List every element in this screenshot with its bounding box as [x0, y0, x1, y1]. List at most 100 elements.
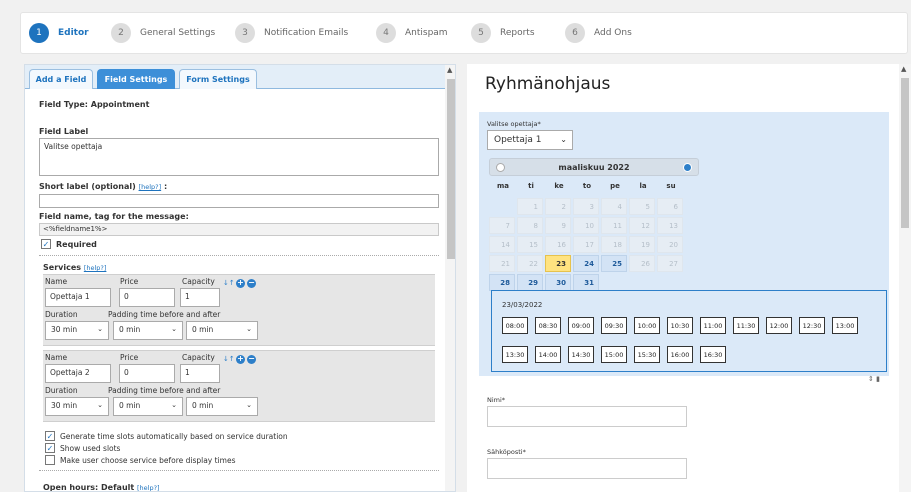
help-link[interactable]: [help?] — [139, 183, 162, 191]
time-slot-button[interactable]: 09:30 — [601, 317, 627, 334]
calendar-day[interactable]: 25 — [601, 255, 627, 272]
col-price: Price — [120, 353, 139, 362]
calendar-day: 17 — [573, 236, 599, 253]
time-slot-button[interactable]: 14:30 — [568, 346, 594, 363]
scroll-up-icon[interactable]: ▲ — [901, 65, 906, 73]
time-slot-button[interactable]: 10:30 — [667, 317, 693, 334]
show-used-checkbox[interactable]: ✓ — [45, 443, 55, 453]
col-name: Name — [45, 277, 68, 286]
scrollbar-thumb[interactable] — [447, 79, 455, 259]
service-name-input[interactable]: Opettaja 1 — [45, 288, 111, 307]
services-title-text: Services — [43, 263, 82, 272]
delete-icon[interactable]: ▮ — [876, 375, 880, 383]
remove-icon[interactable]: − — [247, 355, 256, 364]
calendar-day: 13 — [657, 217, 683, 234]
time-slot-button[interactable]: 13:30 — [502, 346, 528, 363]
calendar-day: 14 — [489, 236, 515, 253]
help-link[interactable]: [help?] — [137, 484, 160, 491]
time-slot-button[interactable]: 13:00 — [832, 317, 858, 334]
calendar-empty-cell — [601, 274, 627, 291]
remove-icon[interactable]: − — [247, 279, 256, 288]
padding-before-select[interactable]: 0 min ⌄ — [113, 397, 183, 416]
step-reports[interactable]: 5 Reports — [471, 22, 535, 44]
wizard-steps: 1 Editor 2 General Settings 3 Notification … — [20, 12, 908, 54]
padding-before-select[interactable]: 0 min ⌄ — [113, 321, 183, 340]
calendar-day: 3 — [573, 198, 599, 215]
time-slot-button[interactable]: 11:30 — [733, 317, 759, 334]
calendar-day[interactable]: 29 — [517, 274, 543, 291]
preview-scrollbar[interactable]: ▲ — [899, 64, 911, 492]
calendar-day[interactable]: 24 — [573, 255, 599, 272]
service-capacity-input[interactable]: 1 — [180, 288, 220, 307]
weekday-label: ma — [496, 182, 510, 190]
time-slot-button[interactable]: 12:00 — [766, 317, 792, 334]
duration-select[interactable]: 30 min ⌄ — [45, 321, 109, 340]
calendar-day[interactable]: 23 — [545, 255, 571, 272]
service-price-input[interactable]: 0 — [119, 288, 175, 307]
time-slot-button[interactable]: 09:00 — [568, 317, 594, 334]
field-type-label: Field Type: Appointment — [39, 100, 150, 109]
step-number: 4 — [376, 23, 396, 43]
time-slot-button[interactable]: 11:00 — [700, 317, 726, 334]
sort-icon[interactable]: ↓↑ — [223, 279, 235, 287]
calendar-day[interactable]: 30 — [545, 274, 571, 291]
col-price: Price — [120, 277, 139, 286]
add-icon[interactable]: + — [236, 279, 245, 288]
calendar: maaliskuu 2022 ma ti ke to pe la su 1234567891… — [489, 158, 699, 291]
short-label-input[interactable] — [39, 194, 439, 208]
tab-form-settings[interactable]: Form Settings — [179, 69, 257, 89]
time-slot-button[interactable]: 14:00 — [535, 346, 561, 363]
step-label: Reports — [500, 28, 535, 38]
step-antispam[interactable]: 4 Antispam — [376, 22, 448, 44]
email-input[interactable] — [487, 458, 687, 479]
sort-icon[interactable]: ↓↑ — [223, 355, 235, 363]
choose-service-checkbox[interactable] — [45, 455, 55, 465]
teacher-select[interactable]: Opettaja 1 ⌄ — [487, 130, 573, 150]
generate-slots-checkbox[interactable]: ✓ — [45, 431, 55, 441]
duration-select[interactable]: 30 min ⌄ — [45, 397, 109, 416]
service-name-input[interactable]: Opettaja 2 — [45, 364, 111, 383]
required-checkbox[interactable]: ✓ — [41, 239, 51, 249]
prev-month-icon[interactable] — [496, 163, 505, 172]
service-capacity-input[interactable]: 1 — [180, 364, 220, 383]
step-notification-emails[interactable]: 3 Notification Emails — [235, 22, 348, 44]
next-month-icon[interactable] — [683, 163, 692, 172]
time-slot-button[interactable]: 16:30 — [700, 346, 726, 363]
fieldname-input[interactable]: <%fieldname1%> — [39, 223, 439, 236]
name-input[interactable] — [487, 406, 687, 427]
service-price-input[interactable]: 0 — [119, 364, 175, 383]
left-scrollbar[interactable]: ▲ — [445, 65, 455, 491]
calendar-day[interactable]: 28 — [489, 274, 515, 291]
padding-after-select[interactable]: 0 min ⌄ — [186, 321, 258, 340]
calendar-day[interactable]: 31 — [573, 274, 599, 291]
open-hours-title: Open hours: Default [help?] — [43, 483, 160, 491]
tab-add-field[interactable]: Add a Field — [29, 69, 93, 89]
help-link[interactable]: [help?] — [84, 264, 107, 272]
field-label-textarea[interactable]: Valitse opettaja — [39, 138, 439, 176]
padding-after-select[interactable]: 0 min ⌄ — [186, 397, 258, 416]
time-slot-button[interactable]: 15:00 — [601, 346, 627, 363]
calendar-day: 8 — [517, 217, 543, 234]
time-slot-button[interactable]: 08:30 — [535, 317, 561, 334]
weekday-label: ti — [528, 182, 534, 190]
time-slot-button[interactable]: 10:00 — [634, 317, 660, 334]
scrollbar-thumb[interactable] — [901, 78, 909, 228]
time-slot-button[interactable]: 16:00 — [667, 346, 693, 363]
add-icon[interactable]: + — [236, 355, 245, 364]
tab-field-settings[interactable]: Field Settings — [97, 69, 175, 89]
panel-tabs: Add a Field Field Settings Form Settings — [25, 65, 445, 89]
choose-service-label: Make user choose service before display … — [60, 456, 236, 465]
step-editor[interactable]: 1 Editor — [29, 22, 89, 44]
calendar-day: 27 — [657, 255, 683, 272]
col-padding: Padding time before and after — [108, 386, 221, 395]
step-general-settings[interactable]: 2 General Settings — [111, 22, 215, 44]
time-slot-button[interactable]: 08:00 — [502, 317, 528, 334]
field-settings-panel: Add a Field Field Settings Form Settings… — [24, 64, 456, 492]
time-slot-button[interactable]: 12:30 — [799, 317, 825, 334]
time-slot-button[interactable]: 15:30 — [634, 346, 660, 363]
scroll-up-icon[interactable]: ▲ — [447, 66, 452, 74]
step-add-ons[interactable]: 6 Add Ons — [565, 22, 632, 44]
drag-icon[interactable]: ⇕ — [868, 375, 874, 383]
duration-value: 30 min — [51, 325, 78, 334]
calendar-day: 16 — [545, 236, 571, 253]
